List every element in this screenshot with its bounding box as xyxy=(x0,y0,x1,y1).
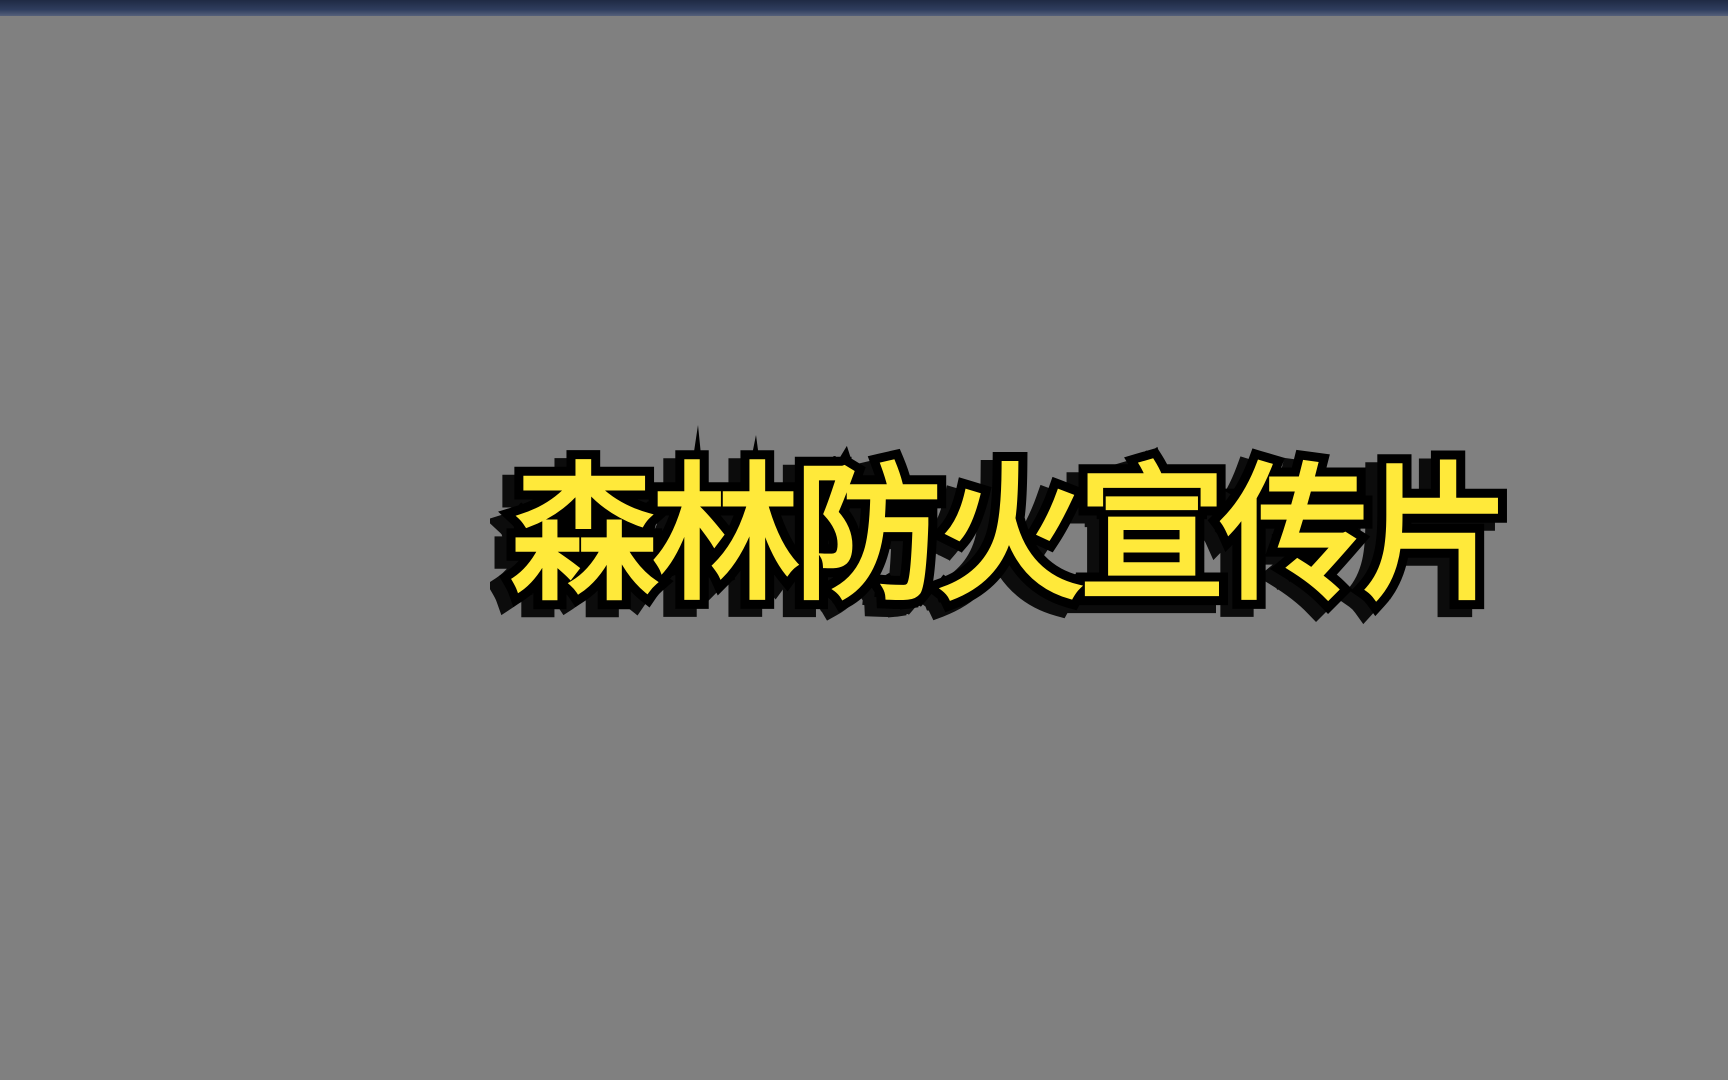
top-bar xyxy=(0,0,1728,16)
video-frame: 森林防火宣传片 森林防火宣传片 xyxy=(0,0,1728,1080)
promo-title: 森林防火宣传片 xyxy=(501,446,1519,624)
title-group: 森林防火宣传片 森林防火宣传片 xyxy=(489,446,1519,635)
